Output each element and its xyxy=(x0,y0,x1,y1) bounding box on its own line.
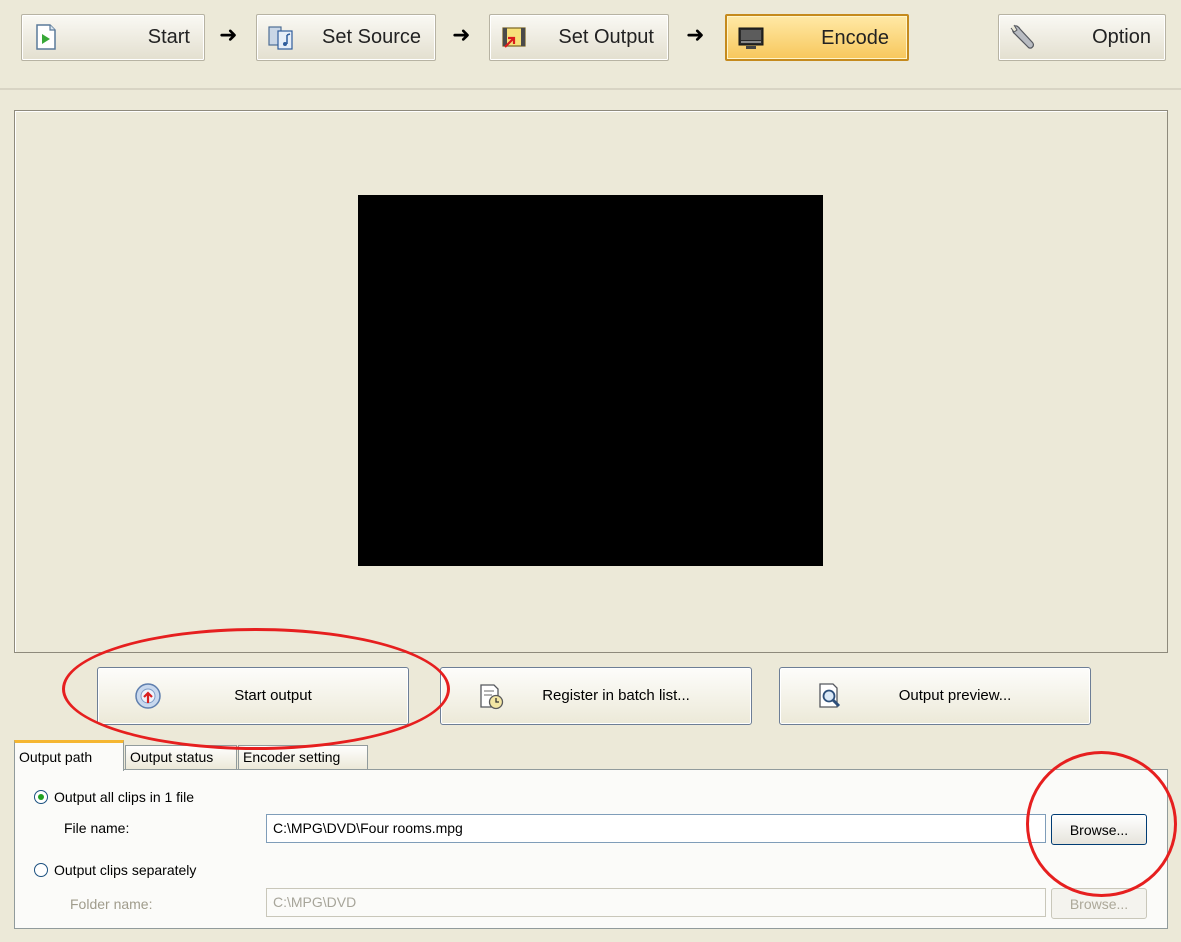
register-batch-label: Register in batch list... xyxy=(542,687,690,704)
output-separately-label: Output clips separately xyxy=(54,862,197,878)
radio-selected-icon xyxy=(34,790,48,804)
tab-encoder-setting[interactable]: Encoder setting xyxy=(238,745,368,769)
browse-folder-button[interactable]: Browse... xyxy=(1051,888,1147,919)
wrench-icon xyxy=(1010,24,1035,49)
encode-step-label: Encode xyxy=(821,27,889,49)
output-all-in-one-radio[interactable]: Output all clips in 1 file xyxy=(34,789,194,805)
radio-unselected-icon xyxy=(34,863,48,877)
play-page-icon xyxy=(36,24,56,50)
tab-output-status[interactable]: Output status xyxy=(125,745,237,769)
step-arrow-icon: ➜ xyxy=(686,23,705,48)
output-preview-button[interactable]: Output preview... xyxy=(779,667,1091,725)
register-batch-button[interactable]: Register in batch list... xyxy=(440,667,752,725)
wizard-toolbar: Start ➜ Set Source ➜ Set Output ➜ Encode xyxy=(0,0,1181,90)
browse-file-button[interactable]: Browse... xyxy=(1051,814,1147,845)
start-output-label: Start output xyxy=(234,687,312,704)
step-arrow-icon: ➜ xyxy=(452,23,471,48)
monitor-icon xyxy=(738,27,764,49)
output-all-in-one-label: Output all clips in 1 file xyxy=(54,789,195,805)
folder-name-input[interactable]: C:\MPG\DVD xyxy=(266,888,1046,917)
step-arrow-icon: ➜ xyxy=(219,23,238,48)
encode-step-button[interactable]: Encode xyxy=(725,14,909,61)
toolbar-divider xyxy=(0,88,1181,90)
file-name-input[interactable]: C:\MPG\DVD\Four rooms.mpg xyxy=(266,814,1046,843)
set-output-step-label: Set Output xyxy=(558,26,654,48)
output-separately-radio[interactable]: Output clips separately xyxy=(34,862,196,878)
set-source-step-button[interactable]: Set Source xyxy=(256,14,436,61)
set-output-step-button[interactable]: Set Output xyxy=(489,14,669,61)
source-media-icon xyxy=(268,26,293,50)
start-step-button[interactable]: Start xyxy=(21,14,205,61)
start-step-label: Start xyxy=(147,26,190,48)
set-source-step-label: Set Source xyxy=(322,26,421,48)
file-name-label: File name: xyxy=(64,820,130,836)
video-preview-screen xyxy=(358,195,823,566)
option-label: Option xyxy=(1092,26,1151,48)
output-film-icon xyxy=(502,27,526,48)
output-preview-label: Output preview... xyxy=(898,687,1012,704)
folder-name-label: Folder name: xyxy=(70,896,153,912)
tab-output-path[interactable]: Output path xyxy=(14,740,124,771)
option-button[interactable]: Option xyxy=(998,14,1166,61)
start-output-button[interactable]: Start output xyxy=(97,667,409,725)
